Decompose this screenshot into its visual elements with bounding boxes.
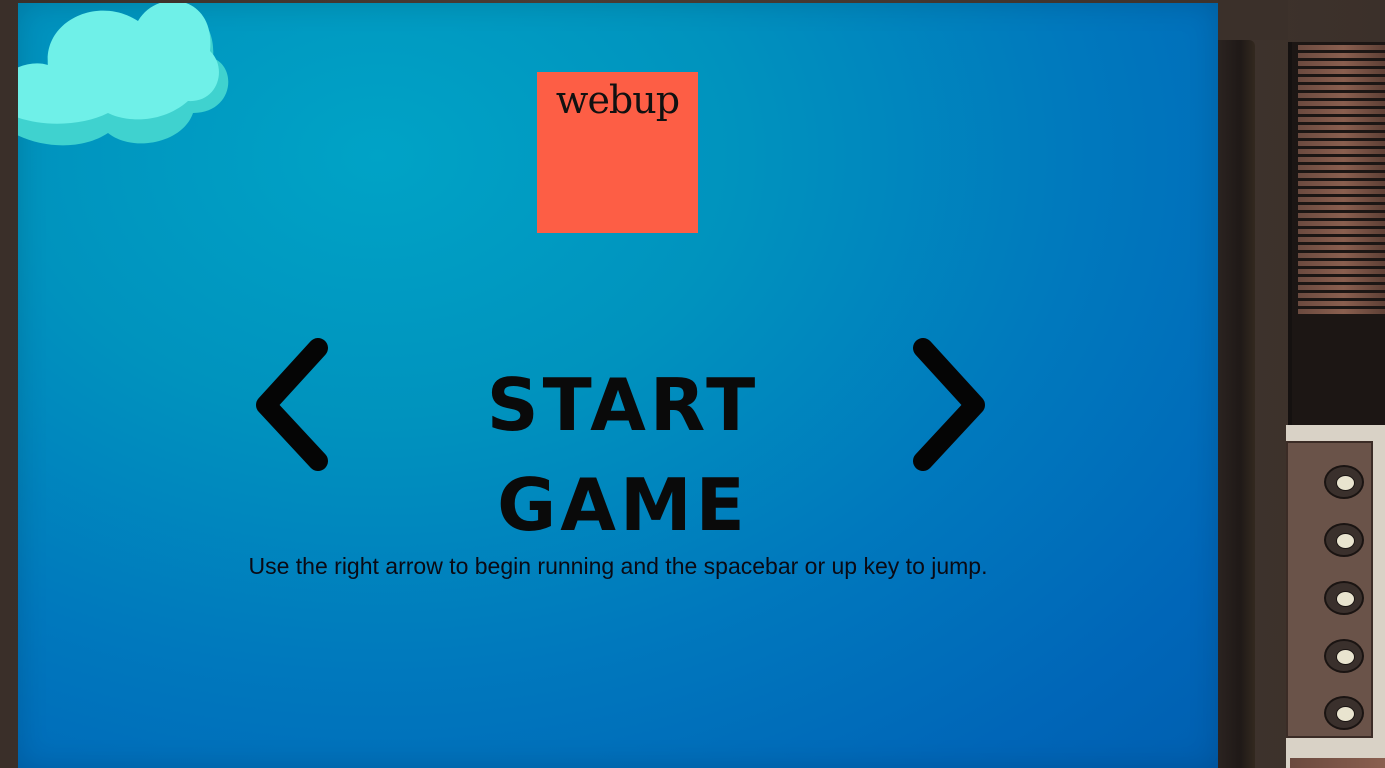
- knob-icon[interactable]: [1324, 581, 1364, 615]
- grille-bar: [1298, 301, 1385, 306]
- knob-icon[interactable]: [1324, 696, 1364, 730]
- grille-bar: [1298, 293, 1385, 298]
- grille-bar: [1298, 261, 1385, 266]
- grille-bar: [1298, 277, 1385, 282]
- grille-bar: [1298, 237, 1385, 242]
- knob-icon[interactable]: [1324, 639, 1364, 673]
- grille-bar: [1298, 181, 1385, 186]
- chevron-left-icon[interactable]: [248, 333, 338, 478]
- grille-bar: [1298, 133, 1385, 138]
- grille-bar: [1298, 125, 1385, 130]
- grille-bar: [1298, 109, 1385, 114]
- cloud-icon: [18, 3, 229, 146]
- grille-bar: [1298, 53, 1385, 58]
- tv-base-trim: [1290, 758, 1385, 768]
- grille-bar: [1298, 213, 1385, 218]
- grille-bar: [1298, 229, 1385, 234]
- logo: webup: [537, 72, 698, 233]
- grille-bar: [1298, 149, 1385, 154]
- grille-bar: [1298, 253, 1385, 258]
- start-menu: START GAME: [248, 333, 993, 547]
- grille-bar: [1298, 165, 1385, 170]
- grille-bar: [1298, 205, 1385, 210]
- knob-icon[interactable]: [1324, 523, 1364, 557]
- tv-bezel-side: [1218, 40, 1255, 768]
- speaker-grille: [1288, 42, 1385, 427]
- grille-bar: [1298, 269, 1385, 274]
- grille-bar: [1298, 173, 1385, 178]
- chevron-right-icon[interactable]: [903, 333, 993, 478]
- grille-bar: [1298, 101, 1385, 106]
- logo-text: webup: [555, 78, 680, 122]
- grille-bar: [1298, 117, 1385, 122]
- knob-icon[interactable]: [1324, 465, 1364, 499]
- game-screen[interactable]: webup START GAME Use the right arrow to …: [18, 3, 1218, 768]
- grille-bar: [1298, 309, 1385, 314]
- grille-bar: [1298, 189, 1385, 194]
- control-panel: [1286, 441, 1373, 738]
- grille-bar: [1298, 245, 1385, 250]
- grille-bar: [1298, 93, 1385, 98]
- grille-bar: [1298, 157, 1385, 162]
- grille-bar: [1298, 285, 1385, 290]
- start-game-button[interactable]: START GAME: [363, 355, 883, 555]
- grille-bar: [1298, 197, 1385, 202]
- grille-bar: [1298, 221, 1385, 226]
- grille-bar: [1298, 85, 1385, 90]
- grille-bar: [1298, 69, 1385, 74]
- grille-bar: [1298, 61, 1385, 66]
- grille-bar: [1298, 77, 1385, 82]
- grille-bar: [1298, 141, 1385, 146]
- grille-bar: [1298, 45, 1385, 50]
- instructions-text: Use the right arrow to begin running and…: [248, 553, 988, 579]
- tv-bezel-top: [1218, 0, 1288, 40]
